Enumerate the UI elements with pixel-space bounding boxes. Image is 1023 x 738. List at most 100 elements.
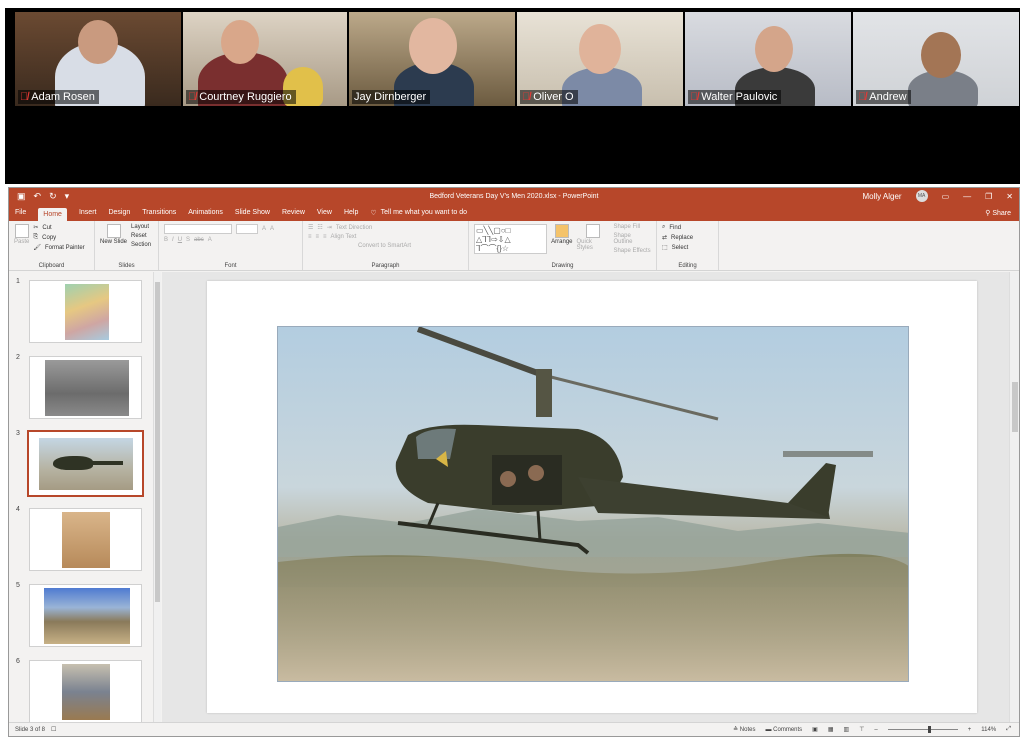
group-label: Drawing [551, 263, 574, 269]
align-left-icon[interactable]: ≡ [308, 234, 312, 240]
tab-insert[interactable]: Insert [79, 209, 97, 216]
participant-face [221, 20, 259, 64]
slide-editor [162, 272, 1010, 724]
ribbon-display-icon[interactable]: ▭ [942, 192, 950, 201]
text-direction-button[interactable]: Text Direction [336, 225, 372, 231]
close-icon[interactable]: ✕ [1006, 192, 1013, 201]
convert-smartart-button[interactable]: Convert to SmartArt [358, 243, 411, 249]
thumbnail-scrollbar[interactable] [153, 272, 161, 724]
shrink-font-icon[interactable]: A [270, 226, 274, 232]
participant-face [921, 32, 961, 78]
zoom-in-icon[interactable]: + [968, 727, 972, 733]
shadow-icon[interactable]: S [186, 237, 190, 243]
helicopter-image [39, 438, 133, 490]
scissors-icon: ✂ [33, 225, 39, 231]
bullets-icon[interactable]: ☰ [308, 224, 313, 231]
zoom-level[interactable]: 114% [981, 727, 996, 733]
shape-outline-button[interactable]: Shape Outline [613, 233, 651, 245]
notes-icon: ≙ [733, 727, 740, 733]
find-button[interactable]: ⌕ Find [662, 224, 713, 231]
accessibility-icon[interactable]: ☐ [51, 726, 56, 733]
tell-me-search[interactable]: Tell me what you want to do [381, 209, 467, 216]
vehicle-image [44, 588, 130, 644]
notes-button[interactable]: ≙ Notes [733, 726, 755, 733]
brush-icon: 🖌 [33, 245, 41, 251]
reading-view-icon[interactable]: ▥ [844, 726, 850, 733]
zoom-slider[interactable] [887, 726, 958, 733]
quick-styles-button[interactable]: Quick Styles [577, 224, 610, 267]
tab-file[interactable]: File [15, 209, 26, 216]
title-bar: ▣ ↶ ↻ ▾ Bedford Veterans Day V's Men 202… [9, 188, 1019, 204]
arrange-button[interactable]: Arrange [551, 224, 573, 267]
font-size-dropdown[interactable] [236, 224, 258, 234]
restore-icon[interactable]: ❐ [985, 192, 992, 201]
font-color-icon[interactable]: A [208, 237, 212, 243]
tab-review[interactable]: Review [282, 209, 305, 216]
scrollbar-thumb[interactable] [1012, 382, 1018, 432]
normal-view-icon[interactable]: ▣ [812, 726, 818, 733]
slide-thumbnail-2[interactable] [29, 356, 142, 419]
slide-thumbnail-6[interactable] [29, 660, 142, 723]
shape-fill-button[interactable]: Shape Fill [613, 224, 651, 230]
section-button[interactable]: Section [131, 242, 151, 248]
editor-scrollbar[interactable] [1009, 272, 1019, 724]
grow-font-icon[interactable]: A [262, 226, 266, 232]
tab-transitions[interactable]: Transitions [142, 209, 176, 216]
thumbnail-number: 1 [16, 278, 20, 285]
tab-help[interactable]: Help [344, 209, 358, 216]
slide-thumbnail-4[interactable] [29, 508, 142, 571]
group-label: Font [224, 263, 237, 269]
select-button[interactable]: ⬚ Select [662, 244, 713, 252]
numbering-icon[interactable]: ☷ [317, 224, 322, 231]
participant-name-label: 🎙̸ Andrew [856, 90, 911, 104]
new-slide-button[interactable]: New Slide [100, 224, 127, 267]
participant-tile-oliver[interactable]: 🎙̸ Oliver O [517, 12, 683, 106]
paste-button[interactable]: Paste [14, 224, 29, 267]
participant-tile-walter[interactable]: 🎙̸ Walter Paulovic [685, 12, 851, 106]
participant-tile-andrew[interactable]: 🎙̸ Andrew [853, 12, 1019, 106]
zoom-out-icon[interactable]: – [874, 727, 877, 733]
strikethrough-icon[interactable]: abc [194, 237, 204, 243]
align-text-button[interactable]: Align Text [331, 234, 357, 240]
reset-button[interactable]: Reset [131, 233, 151, 239]
tab-slide-show[interactable]: Slide Show [235, 209, 270, 216]
font-name-dropdown[interactable] [164, 224, 232, 234]
italic-icon[interactable]: I [172, 237, 174, 243]
shapes-gallery[interactable]: ▭╲╲▢○□ △⅂⅂⇨⇩△ ⅂⌒⌒{}☆ [474, 224, 548, 254]
format-painter-button[interactable]: 🖌 Format Painter [33, 244, 84, 252]
zoom-slider-thumb[interactable] [927, 726, 931, 733]
participant-tile-jay[interactable]: Jay Dirnberger [349, 12, 515, 106]
underline-icon[interactable]: U [178, 237, 182, 243]
align-center-icon[interactable]: ≡ [316, 234, 320, 240]
slide-thumbnail-1[interactable] [29, 280, 142, 343]
slide-sorter-icon[interactable]: ▦ [828, 726, 834, 733]
participant-tile-courtney[interactable]: 🎙̸ Courtney Ruggiero [183, 12, 347, 106]
slide-thumbnail-3[interactable] [27, 430, 144, 497]
participant-face [579, 24, 621, 74]
tab-home[interactable]: Home [38, 207, 67, 221]
slideshow-icon[interactable]: ⊤ [859, 726, 864, 733]
share-button[interactable]: ⚲ Share [985, 209, 1011, 217]
minimize-icon[interactable]: — [963, 192, 971, 201]
copy-icon: ⎘ [33, 234, 39, 240]
shape-effects-button[interactable]: Shape Effects [613, 248, 651, 254]
helicopter-photo[interactable] [277, 326, 909, 682]
layout-button[interactable]: Layout [131, 224, 151, 230]
tab-design[interactable]: Design [108, 209, 130, 216]
bold-icon[interactable]: B [164, 237, 168, 243]
slide-thumbnail-5[interactable] [29, 584, 142, 647]
cut-button[interactable]: ✂ Cut [33, 224, 84, 232]
avatar[interactable]: MA [915, 190, 928, 202]
replace-button[interactable]: ⇄ Replace [662, 234, 713, 242]
fit-slide-icon[interactable]: ⤢ [1006, 726, 1011, 733]
tab-view[interactable]: View [317, 209, 332, 216]
slide-canvas[interactable] [207, 281, 977, 713]
helicopter-photo-graphic [278, 327, 908, 681]
copy-button[interactable]: ⎘ Copy [33, 234, 84, 241]
scrollbar-thumb[interactable] [155, 282, 160, 602]
indent-icon[interactable]: ⇥ [327, 224, 332, 231]
participant-tile-adam[interactable]: 🎙̸ Adam Rosen [15, 12, 181, 106]
align-right-icon[interactable]: ≡ [323, 234, 327, 240]
comments-button[interactable]: ▬ Comments [765, 727, 802, 733]
tab-animations[interactable]: Animations [188, 209, 223, 216]
